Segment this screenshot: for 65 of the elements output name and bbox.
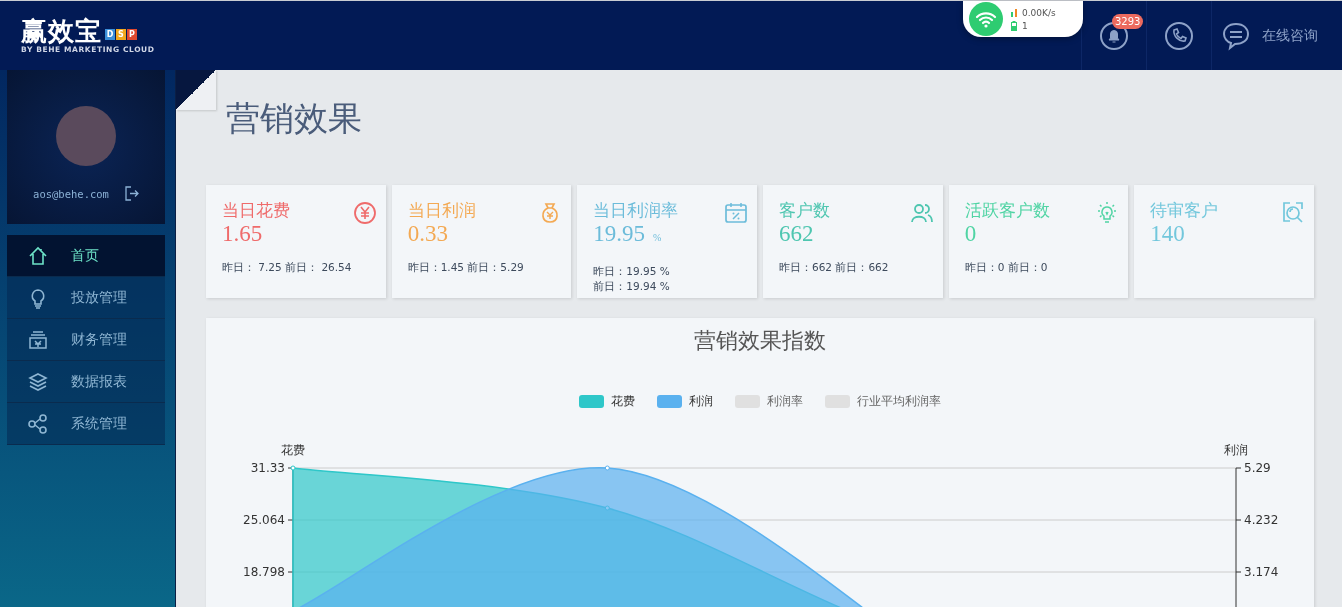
axis-name: 花费 <box>280 443 305 457</box>
page-corner-fold <box>176 70 216 110</box>
legend-item[interactable]: 花费 <box>579 393 635 410</box>
legend-item[interactable]: 利润 <box>657 393 713 410</box>
logo-text: 赢效宝 <box>21 17 102 44</box>
stat-value: 1.65 <box>222 221 264 247</box>
logo-letter: P <box>127 28 137 40</box>
stat-comparison: 昨日：19.95 % <box>593 265 671 278</box>
search-doc-icon <box>1281 201 1305 225</box>
consult-link[interactable]: 在线咨询 <box>1262 26 1318 45</box>
legend-swatch <box>825 395 850 408</box>
stat-comparison: 昨日： 7.25 前日： 26.54 <box>222 261 353 274</box>
stat-comparison: 前日：19.94 % <box>593 280 671 293</box>
axis-tick-label: 4.232 <box>1243 513 1278 527</box>
calendar-icon <box>724 201 748 225</box>
share-icon <box>27 412 49 435</box>
user-email: aos@behe.com <box>33 187 109 200</box>
axis-tick-label: 3.174 <box>1243 565 1278 579</box>
phone-icon[interactable] <box>1164 20 1194 51</box>
data-point <box>290 465 295 471</box>
legend-item[interactable]: 行业平均利润率 <box>825 393 941 410</box>
logo-letter: S <box>116 28 126 40</box>
yen-icon <box>352 201 377 225</box>
battery-icon <box>1011 20 1017 31</box>
network-speed: 0.00K/s <box>1022 7 1056 18</box>
stat-title: 客户数 <box>779 199 830 221</box>
stat-title: 当日利润率 <box>593 199 679 221</box>
battery-level: 1 <box>1022 20 1028 31</box>
nav-item[interactable]: 投放管理 <box>7 277 165 319</box>
stat-title: 当日花费 <box>222 199 290 221</box>
axis-name: 利润 <box>1223 443 1248 457</box>
stat-comparison: 昨日：0 前日：0 <box>964 261 1049 274</box>
nav-item[interactable]: 数据报表 <box>7 361 165 403</box>
stat-comparison: 昨日：662 前日：662 <box>779 261 890 274</box>
signal-icon <box>1011 8 1017 17</box>
register-icon <box>27 328 49 351</box>
legend-swatch <box>735 395 760 408</box>
stat-title: 待审客户 <box>1150 199 1219 221</box>
axis-tick-label: 31.33 <box>250 461 285 475</box>
layers-icon <box>27 370 49 393</box>
nav-item[interactable]: 首页 <box>7 235 165 277</box>
stat-comparison: 昨日：1.45 前日：5.29 <box>407 261 525 274</box>
notification-badge: 3293 <box>1112 14 1144 29</box>
home-icon <box>27 244 49 267</box>
logout-icon[interactable] <box>124 186 139 201</box>
nav-item[interactable]: 系统管理 <box>7 403 165 445</box>
stat-title: 当日利润 <box>407 199 476 221</box>
stat-value: 140 <box>1150 221 1186 247</box>
avatar-placeholder <box>56 106 116 166</box>
axis-tick-label: 18.798 <box>242 565 285 579</box>
stat-value: 662 <box>779 221 815 247</box>
stat-value: 0 <box>964 221 978 247</box>
chart-title: 营销效果指数 <box>694 327 826 355</box>
logo-letter: D <box>105 28 115 40</box>
legend-item[interactable]: 利润率 <box>735 393 803 410</box>
nav-item[interactable]: 财务管理 <box>7 319 165 361</box>
axis-tick-label: 5.29 <box>1243 461 1271 475</box>
page-title: 营销效果 <box>226 97 363 140</box>
axis-tick-label: 25.064 <box>242 513 285 527</box>
chat-icon[interactable] <box>1222 20 1250 51</box>
stat-value: 0.33 <box>407 221 449 247</box>
users-icon <box>909 201 934 225</box>
stat-title: 活跃客户数 <box>964 199 1050 221</box>
data-point <box>604 465 610 471</box>
stat-value: 19.95 % <box>593 221 663 248</box>
